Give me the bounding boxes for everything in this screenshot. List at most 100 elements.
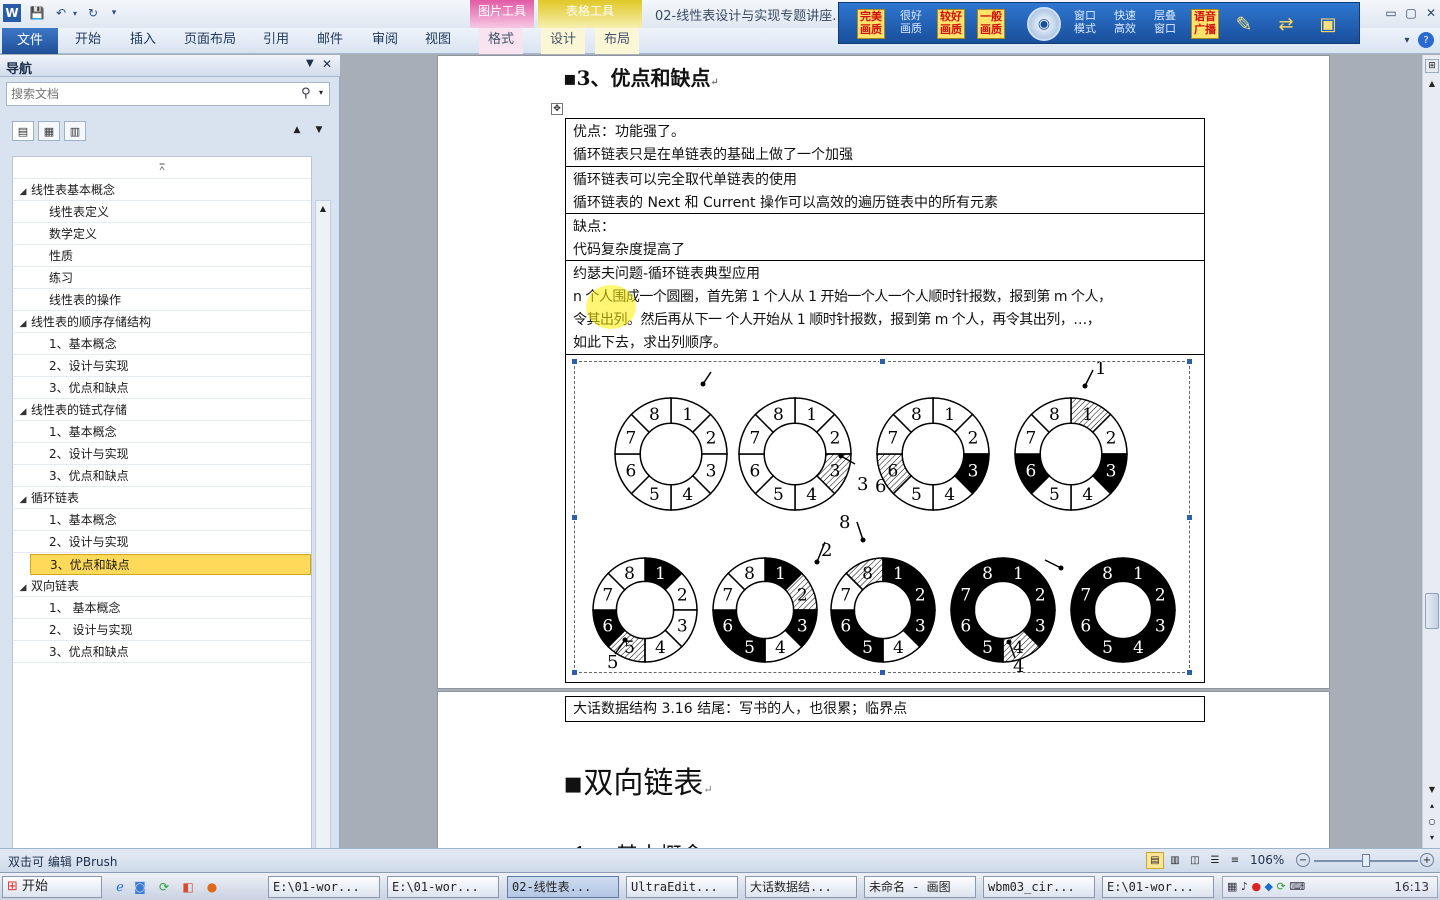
draft-view-icon[interactable]: ≡ (1226, 852, 1244, 869)
quicklaunch-paint-icon[interactable]: ◧ (180, 878, 196, 896)
tree-subheading[interactable]: 3、优点和缺点 (13, 378, 311, 399)
table-row-josephus[interactable]: 约瑟夫问题-循环链表典型应用 n 个人围成一个圆圈，首先第 1 个人从 1 开始… (565, 260, 1205, 355)
customize-quick-access-icon[interactable]: ▾ (108, 4, 120, 22)
resize-handle-mr[interactable] (1186, 514, 1193, 521)
nav-scrollbar[interactable]: ▲ ▼ (315, 200, 331, 900)
switch-screen-icon[interactable]: ⇄ (1271, 9, 1301, 39)
table-row-disadvantage[interactable]: 缺点： 代码复杂度提高了 (565, 213, 1205, 261)
tab-picture-format[interactable]: 格式 (479, 28, 524, 54)
tree-subheading[interactable]: 1、基本概念 (13, 334, 311, 355)
tree-subheading[interactable]: 3、优点和缺点 (13, 466, 311, 487)
table-row-replace[interactable]: 循环链表可以完全取代单链表的使用 循环链表的 Next 和 Current 操作… (565, 166, 1205, 214)
close-button[interactable]: ✕ (1422, 4, 1440, 22)
quality-good-button[interactable]: 较好画质 (937, 9, 965, 39)
tray-ime-icon[interactable]: ⌨ (1289, 880, 1305, 893)
tree-heading[interactable]: ◢ 线性表的链式存储 (13, 400, 311, 421)
zoom-slider-thumb[interactable] (1362, 854, 1370, 867)
nav-close-icon[interactable]: ✕ (322, 57, 332, 71)
resize-handle-tl[interactable] (571, 358, 578, 365)
ie-icon[interactable]: ℯ (112, 878, 128, 896)
cascade-window-button[interactable]: 层叠窗口 (1149, 9, 1181, 39)
tree-subheading[interactable]: 1、基本概念 (13, 510, 311, 531)
tab-table-layout[interactable]: 布局 (595, 28, 640, 54)
firefox-icon[interactable]: ● (204, 878, 220, 896)
window-mode-button[interactable]: 窗口模式 (1069, 9, 1101, 39)
full-screen-reading-icon[interactable]: ▥ (1166, 852, 1184, 869)
resize-handle-bc[interactable] (879, 669, 886, 676)
clock[interactable]: 16:13 (1394, 877, 1429, 897)
zoom-level[interactable]: 106% (1250, 853, 1284, 867)
task-explorer-2[interactable]: E:\01-wor... (387, 876, 499, 898)
tray-sync-icon[interactable]: ⟳ (1277, 880, 1286, 893)
search-icon[interactable]: ⚲ (301, 86, 311, 101)
table-row-advantage[interactable]: 优点：功能强了。 循环链表只是在单链表的基础上做了一个加强 (565, 118, 1205, 167)
browse-headings-icon[interactable]: ▤ (12, 121, 34, 141)
tree-subheading[interactable]: 线性表定义 (13, 202, 311, 223)
tab-page-layout[interactable]: 页面布局 (175, 28, 245, 54)
tree-subheading[interactable]: 2、设计与实现 (13, 444, 311, 465)
tray-shield-icon[interactable]: ◆ (1265, 880, 1273, 893)
quicklaunch-refresh-icon[interactable]: ⟳ (156, 878, 172, 896)
quality-verygood-button[interactable]: 很好画质 (895, 9, 927, 39)
undo-icon[interactable]: ↶ (52, 4, 70, 22)
tab-view[interactable]: 视图 (416, 28, 460, 54)
print-layout-icon[interactable]: ▤ (1146, 852, 1164, 869)
resize-handle-tc[interactable] (879, 358, 886, 365)
previous-heading-icon[interactable]: ▲ (290, 123, 304, 137)
tree-heading[interactable]: ◢ 双向链表 (13, 576, 311, 597)
expand-triangle-icon[interactable]: ◢ (15, 402, 31, 422)
tree-heading[interactable]: ◢ 线性表的顺序存储结构 (13, 312, 311, 333)
task-paint[interactable]: 未命名 - 画图 (864, 876, 976, 898)
tab-review[interactable]: 审阅 (363, 28, 407, 54)
tab-references[interactable]: 引用 (254, 28, 298, 54)
tree-subheading[interactable]: 2、设计与实现 (13, 532, 311, 553)
search-dropdown-icon[interactable]: ▾ (319, 88, 323, 97)
tree-subheading[interactable]: 2、 设计与实现 (13, 620, 311, 641)
tray-sound-icon[interactable]: ♪ (1241, 880, 1248, 893)
zoom-out-icon[interactable]: − (1296, 853, 1310, 867)
browse-object-icon[interactable]: ○ (1425, 815, 1439, 827)
nav-options-icon[interactable]: ▼ (306, 58, 314, 69)
outline-view-icon[interactable]: ☰ (1206, 852, 1224, 869)
pen-tool-icon[interactable]: ✎ (1231, 9, 1257, 39)
file-tab[interactable]: 文件 (2, 28, 58, 54)
restore-button[interactable]: ▢ (1402, 4, 1420, 22)
task-explorer-1[interactable]: E:\01-wor... (268, 876, 380, 898)
quality-perfect-button[interactable]: 完美画质 (857, 9, 885, 39)
tab-insert[interactable]: 插入 (121, 28, 165, 54)
scroll-up-button[interactable]: ▲ (1425, 77, 1439, 89)
start-button[interactable]: ⊞ 开始 (2, 876, 102, 898)
ruler-toggle-icon[interactable]: ⊞ (1425, 59, 1439, 73)
resize-handle-bl[interactable] (571, 669, 578, 676)
tree-subheading[interactable]: 2、设计与实现 (13, 356, 311, 377)
scroll-down-button[interactable]: ▼ (1425, 783, 1439, 795)
redo-icon[interactable]: ↻ (84, 4, 102, 22)
next-heading-icon[interactable]: ▼ (312, 123, 326, 137)
tray-record-icon[interactable]: ● (1251, 880, 1261, 893)
table-move-handle[interactable]: ✥ (551, 103, 563, 115)
tree-heading[interactable]: ◢ 线性表基本概念 (13, 180, 311, 201)
web-layout-icon[interactable]: ◫ (1186, 852, 1204, 869)
tree-subheading[interactable]: 3、优点和缺点 (30, 554, 311, 575)
tab-mailings[interactable]: 邮件 (308, 28, 352, 54)
undo-dropdown-icon[interactable]: ▾ (70, 4, 80, 22)
ribbon-collapse-icon[interactable]: ▾ (1400, 32, 1414, 48)
tree-heading[interactable]: ◢ 循环链表 (13, 488, 311, 509)
resize-handle-ml[interactable] (571, 514, 578, 521)
tree-subheading[interactable]: 性质 (13, 246, 311, 267)
task-wbm03[interactable]: wbm03_cir... (983, 876, 1095, 898)
expand-triangle-icon[interactable]: ◢ (15, 314, 31, 334)
scroll-up-icon[interactable]: ▲ (316, 201, 330, 215)
expand-triangle-icon[interactable]: ◢ (15, 578, 31, 598)
resize-handle-tr[interactable] (1186, 358, 1193, 365)
task-dahua[interactable]: 大话数据结... (745, 876, 857, 898)
task-cmd[interactable]: E:\01-wor... (1102, 876, 1214, 898)
tree-subheading[interactable]: 1、 基本概念 (13, 598, 311, 619)
tree-subheading[interactable]: 线性表的操作 (13, 290, 311, 311)
tree-subheading[interactable]: 数学定义 (13, 224, 311, 245)
document-scrollbar[interactable]: ⊞ ▲ ▼ ▴ ○ ▾ (1422, 55, 1440, 848)
word-app-icon[interactable]: W (3, 4, 21, 22)
quicklaunch-app-icon[interactable]: ◙ (132, 878, 148, 896)
expand-triangle-icon[interactable]: ◢ (15, 490, 31, 510)
quality-normal-button[interactable]: 一般画质 (977, 9, 1005, 39)
